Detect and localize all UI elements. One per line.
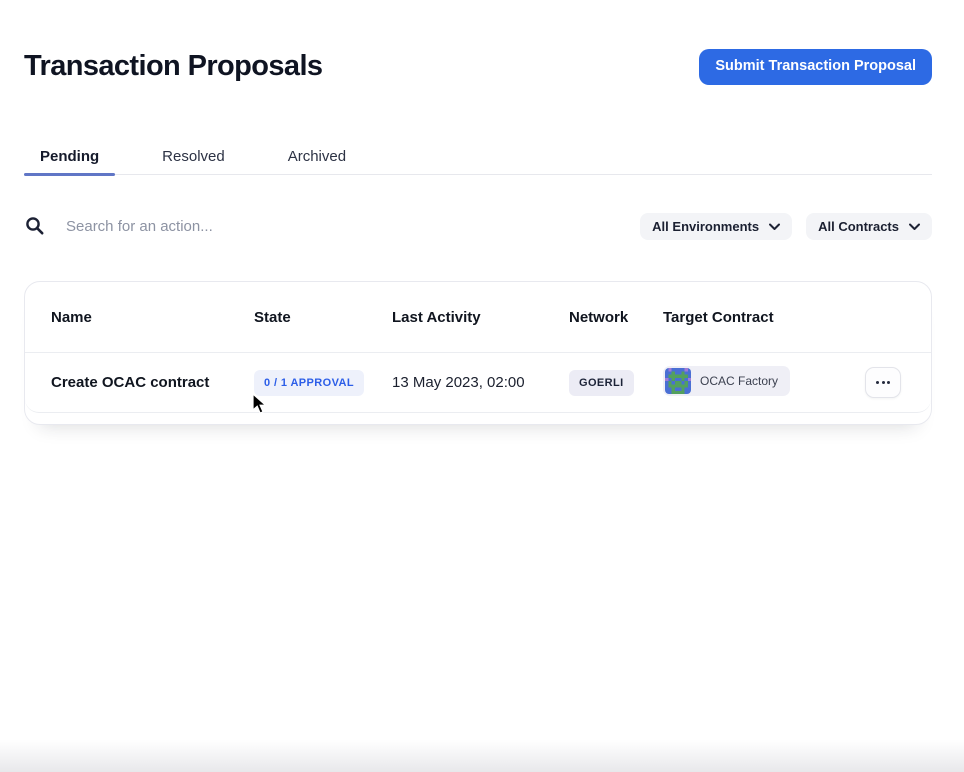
transaction-proposals-page: Transaction Proposals Submit Transaction…	[0, 0, 964, 772]
proposals-table-card: Name State Last Activity Network Target …	[24, 281, 932, 425]
approval-status-badge: 0 / 1 APPROVAL	[254, 370, 364, 396]
bottom-gradient	[0, 740, 964, 772]
column-header-state: State	[254, 309, 392, 326]
contracts-dropdown[interactable]: All Contracts	[806, 213, 932, 240]
target-contract-chip[interactable]: OCAC Factory	[663, 366, 790, 396]
search-area	[24, 215, 640, 237]
tab-archived[interactable]: Archived	[272, 138, 362, 174]
target-contract-name: OCAC Factory	[700, 374, 778, 388]
page-header: Transaction Proposals Submit Transaction…	[24, 49, 932, 85]
table-row[interactable]: Create OCAC contract 0 / 1 APPROVAL 13 M…	[25, 352, 931, 413]
environments-dropdown-value: All Environments	[652, 219, 759, 234]
page-title: Transaction Proposals	[24, 50, 322, 83]
column-header-last-activity: Last Activity	[392, 309, 569, 326]
filter-row: All Environments All Contracts	[24, 207, 932, 245]
column-header-network: Network	[569, 309, 663, 326]
proposal-name: Create OCAC contract	[25, 374, 254, 391]
tab-resolved[interactable]: Resolved	[146, 138, 241, 174]
ellipsis-icon	[876, 381, 879, 384]
tab-archived-label: Archived	[288, 148, 346, 165]
tab-pending[interactable]: Pending	[24, 138, 115, 174]
table-header-row: Name State Last Activity Network Target …	[25, 282, 931, 352]
network-badge: GOERLI	[569, 370, 634, 396]
state-cell: 0 / 1 APPROVAL	[254, 370, 392, 396]
tab-pending-label: Pending	[40, 148, 99, 165]
last-activity-timestamp: 13 May 2023, 02:00	[392, 374, 569, 391]
contract-blockie-avatar	[665, 368, 691, 394]
filter-dropdowns: All Environments All Contracts	[640, 213, 932, 240]
chevron-down-icon	[769, 223, 780, 231]
submit-transaction-proposal-button[interactable]: Submit Transaction Proposal	[699, 49, 932, 85]
target-contract-cell: OCAC Factory	[663, 366, 865, 399]
column-header-name: Name	[25, 309, 254, 326]
column-header-target-contract: Target Contract	[663, 309, 865, 326]
search-icon	[24, 215, 46, 237]
search-input[interactable]	[66, 218, 486, 235]
row-actions-ellipsis-button[interactable]	[865, 367, 901, 398]
network-cell: GOERLI	[569, 370, 663, 396]
environments-dropdown[interactable]: All Environments	[640, 213, 792, 240]
tab-resolved-label: Resolved	[162, 148, 225, 165]
actions-cell	[865, 367, 931, 398]
contracts-dropdown-value: All Contracts	[818, 219, 899, 234]
tab-bar: Pending Resolved Archived	[24, 138, 932, 175]
chevron-down-icon	[909, 223, 920, 231]
